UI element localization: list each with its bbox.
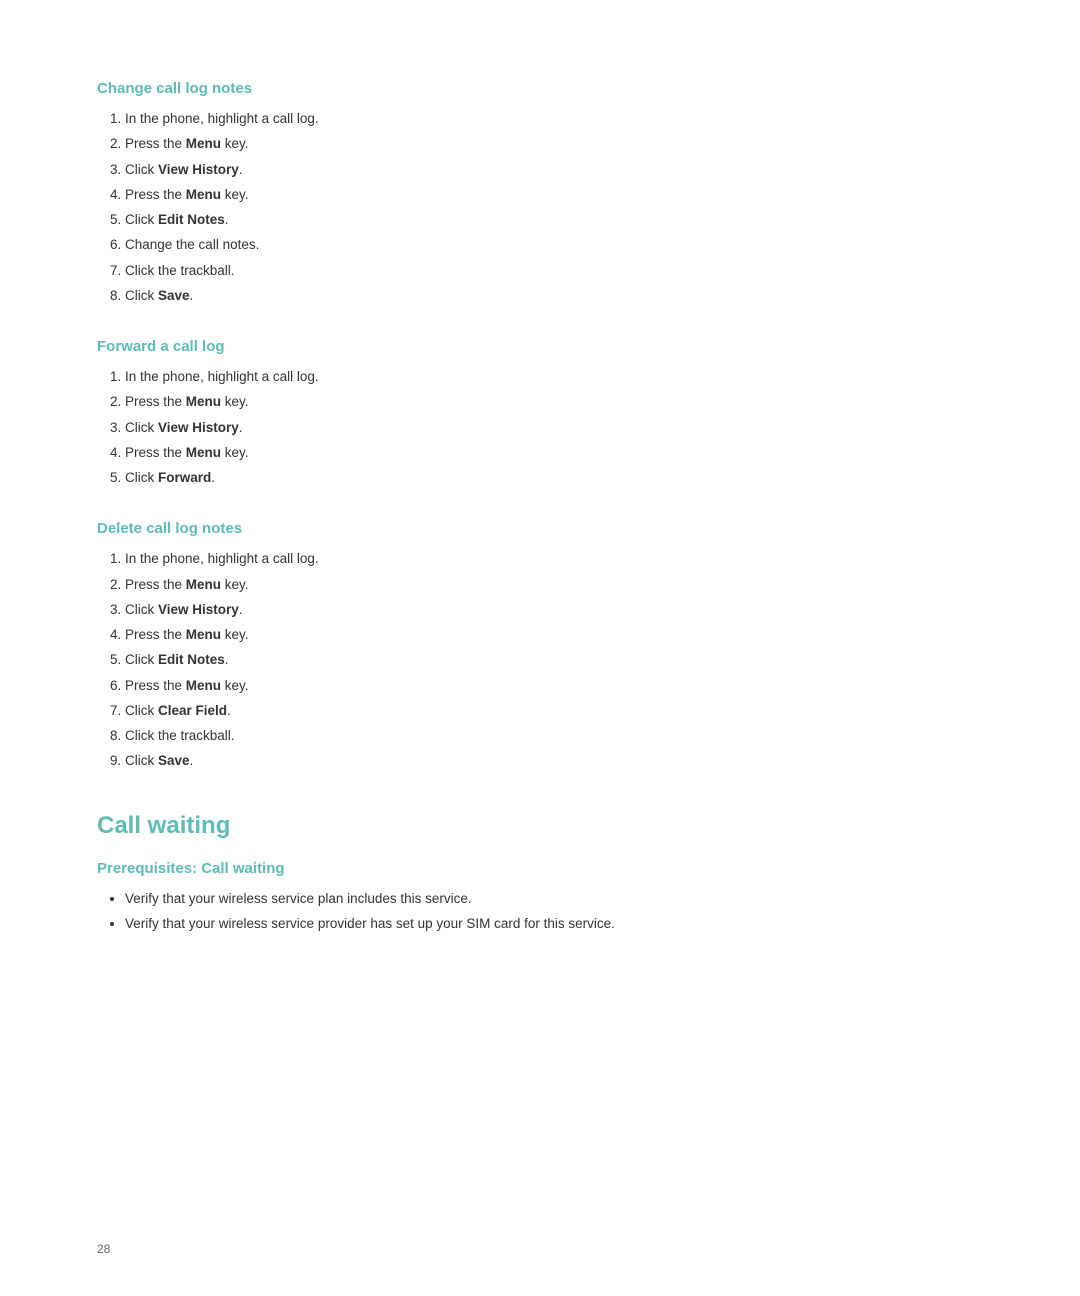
list-item: Click Clear Field. bbox=[125, 701, 803, 721]
list-item: In the phone, highlight a call log. bbox=[125, 367, 803, 387]
list-item: Click Save. bbox=[125, 751, 803, 771]
list-item: Press the Menu key. bbox=[125, 185, 803, 205]
list-item: In the phone, highlight a call log. bbox=[125, 549, 803, 569]
list-item: In the phone, highlight a call log. bbox=[125, 109, 803, 129]
list-item: Press the Menu key. bbox=[125, 443, 803, 463]
list-item: Press the Menu key. bbox=[125, 625, 803, 645]
list-item: Click Save. bbox=[125, 286, 803, 306]
change-call-log-notes-title: Change call log notes bbox=[97, 80, 803, 97]
list-item: Press the Menu key. bbox=[125, 676, 803, 696]
forward-call-log-list: In the phone, highlight a call log. Pres… bbox=[97, 367, 803, 488]
list-item: Click Edit Notes. bbox=[125, 650, 803, 670]
list-item: Press the Menu key. bbox=[125, 134, 803, 154]
page-number: 28 bbox=[97, 1242, 110, 1256]
delete-call-log-notes-title: Delete call log notes bbox=[97, 520, 803, 537]
forward-call-log-title: Forward a call log bbox=[97, 338, 803, 355]
list-item: Click Forward. bbox=[125, 468, 803, 488]
list-item: Change the call notes. bbox=[125, 235, 803, 255]
prerequisites-list: Verify that your wireless service plan i… bbox=[97, 889, 803, 935]
list-item: Verify that your wireless service provid… bbox=[125, 914, 803, 934]
delete-call-log-notes-list: In the phone, highlight a call log. Pres… bbox=[97, 549, 803, 771]
call-waiting-title: Call waiting bbox=[97, 812, 803, 840]
delete-call-log-notes-section: Delete call log notes In the phone, high… bbox=[97, 520, 803, 771]
list-item: Press the Menu key. bbox=[125, 575, 803, 595]
list-item: Click View History. bbox=[125, 160, 803, 180]
list-item: Click View History. bbox=[125, 600, 803, 620]
forward-call-log-section: Forward a call log In the phone, highlig… bbox=[97, 338, 803, 488]
list-item: Press the Menu key. bbox=[125, 392, 803, 412]
list-item: Click the trackball. bbox=[125, 726, 803, 746]
list-item: Verify that your wireless service plan i… bbox=[125, 889, 803, 909]
list-item: Click Edit Notes. bbox=[125, 210, 803, 230]
list-item: Click View History. bbox=[125, 418, 803, 438]
call-waiting-section: Call waiting Prerequisites: Call waiting… bbox=[97, 812, 803, 935]
change-call-log-notes-list: In the phone, highlight a call log. Pres… bbox=[97, 109, 803, 306]
list-item: Click the trackball. bbox=[125, 261, 803, 281]
change-call-log-notes-section: Change call log notes In the phone, high… bbox=[97, 80, 803, 306]
prerequisites-section: Prerequisites: Call waiting Verify that … bbox=[97, 860, 803, 935]
prerequisites-title: Prerequisites: Call waiting bbox=[97, 860, 803, 877]
